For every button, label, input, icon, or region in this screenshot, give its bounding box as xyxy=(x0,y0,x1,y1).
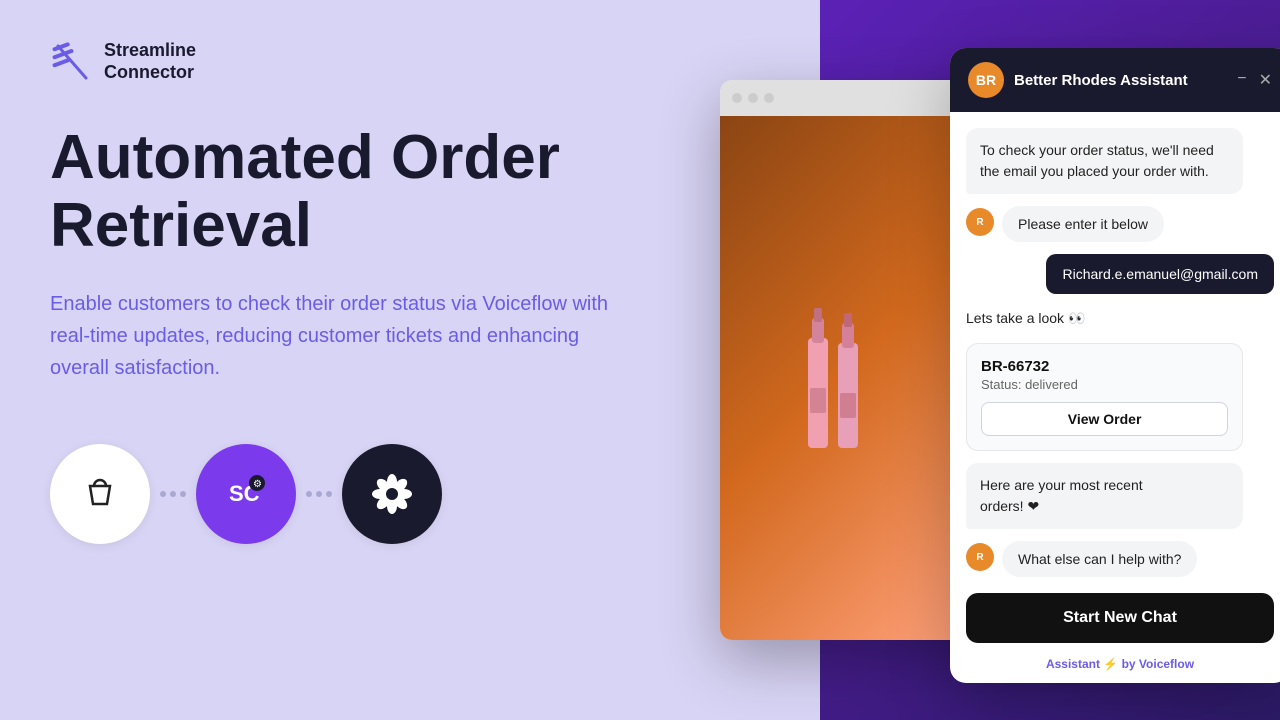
icons-row: SC ⚙ xyxy=(50,444,770,544)
close-icon[interactable]: ✕ xyxy=(1259,70,1272,90)
start-new-chat-button[interactable]: Start New Chat xyxy=(966,593,1274,643)
chat-header-title: Better Rhodes Assistant xyxy=(1014,72,1227,89)
bot-message-3: Lets take a look 👀 xyxy=(966,306,1274,331)
hero-subtitle: Enable customers to check their order st… xyxy=(50,288,630,384)
connector-line-2 xyxy=(306,491,332,497)
right-panel: Bundles xyxy=(820,0,1280,720)
browser-dot-2 xyxy=(748,93,758,103)
user-message-row-2: R What else can I help with? xyxy=(966,541,1274,577)
logo-area: Streamline Connector xyxy=(50,40,770,84)
chat-body: To check your order status, we'll need t… xyxy=(950,112,1280,593)
user-message-row: R Please enter it below xyxy=(966,206,1274,242)
svg-text:⚙: ⚙ xyxy=(253,479,262,490)
sc-icon-circle: SC ⚙ xyxy=(196,444,296,544)
logo-icon xyxy=(50,40,94,84)
shopping-bag-icon xyxy=(76,470,124,518)
chat-avatar: BR xyxy=(968,62,1004,98)
user-message-2: Please enter it below xyxy=(1002,206,1164,242)
wine-bottles-image xyxy=(720,116,959,640)
minimize-icon[interactable]: − xyxy=(1237,70,1246,90)
view-order-button[interactable]: View Order xyxy=(981,402,1228,436)
email-message: Richard.e.emanuel@gmail.com xyxy=(1046,254,1274,294)
order-status: Status: delivered xyxy=(981,377,1228,392)
order-id: BR-66732 xyxy=(981,358,1228,375)
connector-line-1 xyxy=(160,491,186,497)
wine-bottles-svg xyxy=(780,288,900,468)
bot-message-1: To check your order status, we'll need t… xyxy=(966,128,1243,194)
browser-dot-1 xyxy=(732,93,742,103)
shop-icon-circle xyxy=(50,444,150,544)
voiceflow-icon-circle xyxy=(342,444,442,544)
hero-title: Automated Order Retrieval xyxy=(50,124,610,260)
order-card: BR-66732 Status: delivered View Order xyxy=(966,343,1243,451)
browser-dot-3 xyxy=(764,93,774,103)
logo-text: Streamline Connector xyxy=(104,40,196,83)
user-message-5: What else can I help with? xyxy=(1002,541,1197,577)
sc-icon: SC ⚙ xyxy=(221,469,271,519)
bot-message-4: Here are your most recent orders! ❤ xyxy=(966,463,1243,529)
user-avatar: R xyxy=(966,208,994,236)
user-avatar-2: R xyxy=(966,543,994,571)
left-panel: Streamline Connector Automated Order Ret… xyxy=(0,0,820,720)
chat-header-icons[interactable]: − ✕ xyxy=(1237,70,1272,90)
voiceflow-icon xyxy=(366,468,418,520)
chat-widget: BR Better Rhodes Assistant − ✕ To check … xyxy=(950,48,1280,683)
powered-by: Assistant ⚡ by Voiceflow xyxy=(950,651,1280,683)
chat-header: BR Better Rhodes Assistant − ✕ xyxy=(950,48,1280,112)
product-card-1: Bundles xyxy=(720,116,959,640)
